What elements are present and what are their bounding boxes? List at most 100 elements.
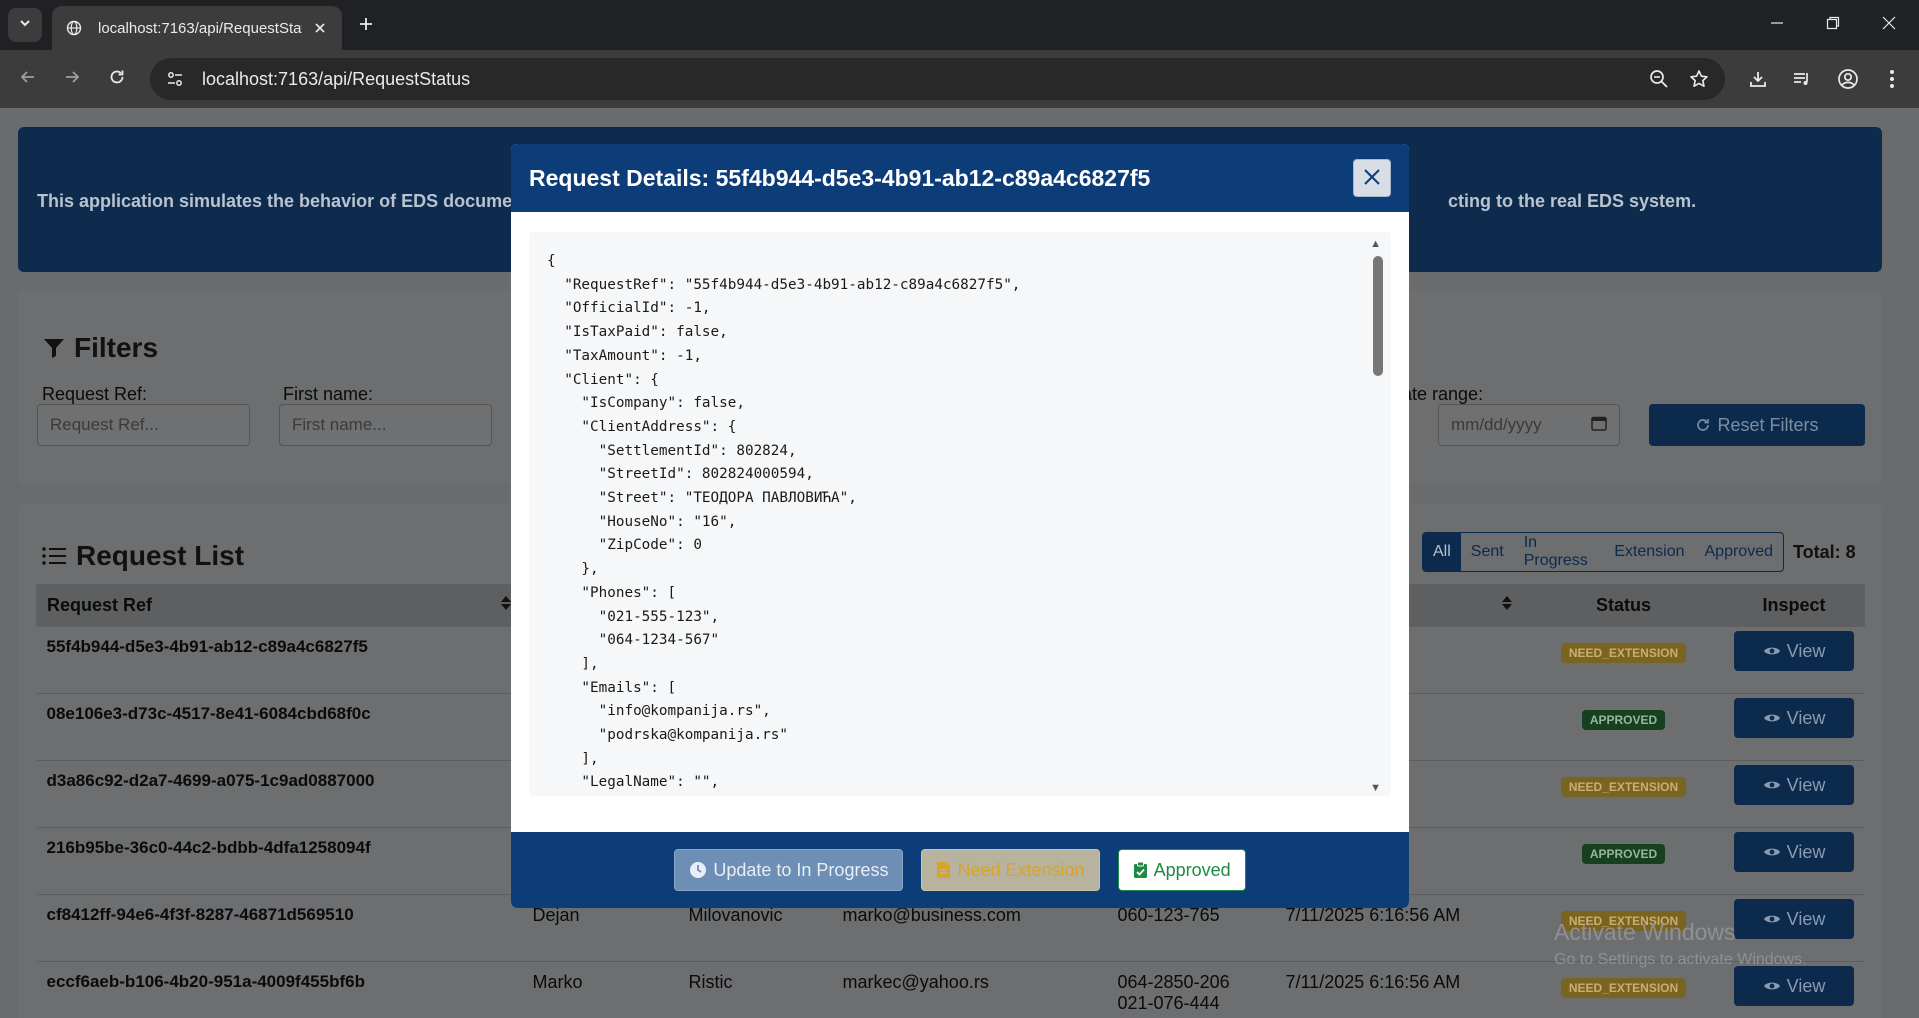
- tab-extension[interactable]: Extension: [1604, 533, 1694, 571]
- site-info-icon[interactable]: [162, 66, 188, 92]
- url-text: localhost:7163/api/RequestStatus: [202, 68, 471, 89]
- date-to-input[interactable]: mm/dd/yyyy: [1438, 404, 1620, 446]
- info-banner-text-right: cting to the real EDS system.: [1448, 191, 1697, 211]
- reload-button[interactable]: [101, 63, 133, 95]
- reload-icon: [108, 68, 126, 91]
- arrow-right-icon: [63, 68, 81, 91]
- browser-toolbar: localhost:7163/api/RequestStatus: [0, 50, 1919, 108]
- back-button[interactable]: [12, 63, 44, 95]
- modal-close-button[interactable]: [1353, 159, 1391, 197]
- tab-title: localhost:7163/api/RequestStatu: [98, 19, 302, 37]
- column-header-inspect: Inspect: [1723, 584, 1865, 627]
- cell-request-ref: 216b95be-36c0-44c2-bdbb-4dfa1258094f: [36, 827, 523, 895]
- arrow-left-icon: [19, 68, 37, 91]
- view-button-label: View: [1786, 707, 1826, 728]
- column-header-request-ref[interactable]: Request Ref: [36, 584, 523, 627]
- minimize-icon: [1770, 16, 1784, 35]
- eye-icon: [1763, 913, 1781, 925]
- tab-search-button[interactable]: [8, 8, 42, 42]
- cell-request-ref: 08e106e3-d73c-4517-8e41-6084cbd68f0c: [36, 693, 523, 761]
- eye-icon: [1763, 779, 1781, 791]
- tab-in-progress[interactable]: In Progress: [1514, 533, 1605, 571]
- json-content: { "RequestRef": "55f4b944-d5e3-4b91-ab12…: [547, 253, 1021, 791]
- status-badge: APPROVED: [1581, 844, 1666, 864]
- table-row: eccf6aeb-b106-4b20-951a-4009f455bf6b Mark…: [36, 961, 1865, 1018]
- request-ref-input[interactable]: Request Ref...: [37, 404, 250, 446]
- cell-inspect: View: [1723, 626, 1865, 694]
- tab-all[interactable]: All: [1423, 533, 1461, 571]
- modal-footer: Update to In Progress Need Extension App…: [511, 832, 1409, 908]
- filter-icon: [42, 336, 66, 360]
- zoom-icon[interactable]: [1645, 65, 1673, 93]
- bookmark-star-icon[interactable]: [1685, 65, 1713, 93]
- view-button[interactable]: View: [1734, 765, 1854, 805]
- scrollbar-thumb[interactable]: [1373, 256, 1383, 376]
- filters-title: Filters: [42, 332, 158, 364]
- tab-sent[interactable]: Sent: [1461, 533, 1514, 571]
- cell-status: APPROVED: [1523, 693, 1724, 761]
- cell-inspect: View: [1723, 961, 1865, 1018]
- cell-request-ref: d3a86c92-d2a7-4699-a075-1c9ad0887000: [36, 760, 523, 828]
- date-to-placeholder: mm/dd/yyyy: [1451, 415, 1542, 434]
- view-button[interactable]: View: [1734, 832, 1854, 872]
- first-name-input[interactable]: First name...: [279, 404, 492, 446]
- view-button[interactable]: View: [1734, 966, 1854, 1006]
- need-extension-button[interactable]: Need Extension: [921, 849, 1100, 891]
- request-ref-label: Request Ref:: [42, 384, 148, 404]
- forward-button[interactable]: [56, 63, 88, 95]
- info-banner-text-left: This application simulates the behavior …: [37, 191, 546, 211]
- request-list-title-text: Request List: [76, 540, 245, 571]
- eye-icon: [1763, 980, 1781, 992]
- json-viewer[interactable]: { "RequestRef": "55f4b944-d5e3-4b91-ab12…: [529, 232, 1391, 796]
- cell-phones: 064-2850-206 021-076-444: [1107, 961, 1276, 1018]
- filters-title-text: Filters: [74, 332, 159, 363]
- cell-inspect: View: [1723, 760, 1865, 828]
- status-filter-tabs: All Sent In Progress Extension Approved: [1422, 532, 1784, 572]
- activate-windows-title: Activate Windows: [1554, 919, 1736, 945]
- address-bar[interactable]: localhost:7163/api/RequestStatus: [150, 58, 1725, 100]
- close-tab-icon[interactable]: [310, 18, 330, 38]
- cell-status: APPROVED: [1523, 827, 1724, 895]
- request-list-title: Request List: [42, 540, 244, 572]
- profile-icon[interactable]: [1833, 64, 1863, 94]
- cell-status: NEED_EXTENSION: [1523, 961, 1724, 1018]
- modal-header: Request Details: 55f4b944-d5e3-4b91-ab12…: [511, 144, 1409, 212]
- calendar-icon[interactable]: [1591, 415, 1607, 436]
- minimize-button[interactable]: [1747, 0, 1807, 50]
- new-tab-button[interactable]: [352, 12, 380, 40]
- column-header-status: Status: [1523, 584, 1724, 627]
- cell-email: markec@yahoo.rs: [832, 961, 1108, 1018]
- update-in-progress-button[interactable]: Update to In Progress: [674, 849, 904, 891]
- sort-icon[interactable]: [1501, 595, 1513, 616]
- media-control-icon[interactable]: [1787, 64, 1817, 94]
- globe-icon: [64, 18, 84, 38]
- approved-label: Approved: [1153, 859, 1231, 880]
- reset-filters-button[interactable]: Reset Filters: [1649, 404, 1865, 446]
- cell-request-ref: eccf6aeb-b106-4b20-951a-4009f455bf6b: [36, 961, 523, 1018]
- cell-inspect: View: [1723, 827, 1865, 895]
- view-button[interactable]: View: [1734, 631, 1854, 671]
- download-icon[interactable]: [1743, 64, 1773, 94]
- view-button-label: View: [1786, 841, 1826, 862]
- column-header-label: Request Ref: [47, 595, 153, 615]
- tab-approved[interactable]: Approved: [1695, 533, 1784, 571]
- cell-last-name: Ristic: [678, 961, 833, 1018]
- chevron-down-icon: [18, 16, 32, 35]
- scroll-down-arrow-icon[interactable]: ▼: [1370, 782, 1381, 794]
- close-window-button[interactable]: [1859, 0, 1919, 50]
- view-button[interactable]: View: [1734, 899, 1854, 939]
- cell-first-name: Marko: [522, 961, 679, 1018]
- eye-icon: [1763, 645, 1781, 657]
- eye-icon: [1763, 846, 1781, 858]
- first-name-label: First name:: [283, 384, 374, 404]
- scroll-up-arrow-icon[interactable]: ▲: [1370, 238, 1381, 250]
- eye-icon: [1763, 712, 1781, 724]
- view-button[interactable]: View: [1734, 698, 1854, 738]
- restore-button[interactable]: [1803, 0, 1863, 50]
- request-details-modal: Request Details: 55f4b944-d5e3-4b91-ab12…: [511, 144, 1409, 908]
- approved-button[interactable]: Approved: [1117, 849, 1246, 891]
- cell-inspect: View: [1723, 693, 1865, 761]
- more-menu-icon[interactable]: [1877, 64, 1907, 94]
- browser-tab[interactable]: localhost:7163/api/RequestStatu: [52, 6, 342, 50]
- cell-date: 7/11/2025 6:16:56 AM: [1275, 961, 1524, 1018]
